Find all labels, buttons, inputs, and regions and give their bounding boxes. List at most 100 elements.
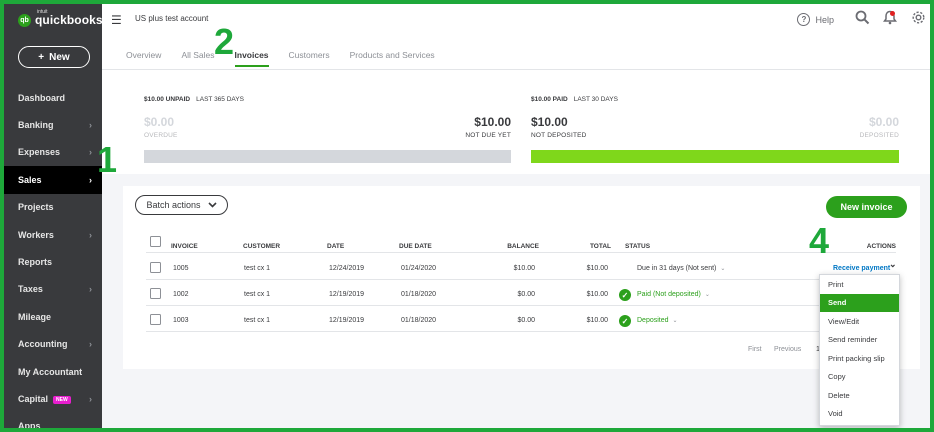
menu-item-void[interactable]: Void xyxy=(820,405,899,424)
status-label: Deposited xyxy=(637,317,669,324)
chevron-right-icon: › xyxy=(89,174,92,185)
chevron-right-icon: › xyxy=(89,120,92,131)
cell-customer: test cx 1 xyxy=(244,291,271,298)
menu-item-print-packing-slip[interactable]: Print packing slip xyxy=(820,349,899,368)
sidebar-item-label: Expenses xyxy=(18,147,61,158)
cell-invoice[interactable]: 1005 xyxy=(173,265,189,272)
cell-customer: test cx 1 xyxy=(244,265,271,272)
row-actions-menu: Print Send View/Edit Send reminder Print pac… xyxy=(819,274,900,426)
not-due-label: NOT DUE YET xyxy=(465,132,511,139)
status-text[interactable]: Paid (Not deposited) ⌄ xyxy=(637,291,710,298)
receive-payment-link[interactable]: Receive payment xyxy=(833,265,890,272)
menu-item-delete[interactable]: Delete xyxy=(820,386,899,405)
check-circle-icon: ✓ xyxy=(619,289,631,301)
header-divider xyxy=(146,252,896,253)
first-page-link[interactable]: First xyxy=(748,346,762,353)
row-checkbox[interactable] xyxy=(150,262,161,273)
cell-balance: $10.00 xyxy=(513,265,535,272)
logo-intuit-text: intuit xyxy=(37,9,48,15)
cell-due-date: 01/24/2020 xyxy=(401,265,437,272)
qb-logo-icon: qb xyxy=(18,13,31,27)
column-header-balance: BALANCE xyxy=(507,243,539,250)
menu-item-print[interactable]: Print xyxy=(820,275,899,294)
unpaid-progress-bar[interactable] xyxy=(144,150,511,163)
overdue-label: OVERDUE xyxy=(144,132,178,139)
tab-invoices[interactable]: Invoices xyxy=(234,50,269,67)
paid-total: $10.00 PAID xyxy=(531,96,568,103)
sidebar-item-dashboard[interactable]: Dashboard xyxy=(4,84,102,111)
status-chevron-icon: ⌄ xyxy=(720,266,726,272)
paid-header: $10.00 PAID LAST 30 DAYS xyxy=(531,96,618,103)
status-label: Due in 31 days (Not sent) xyxy=(637,265,717,272)
status-text[interactable]: Due in 31 days (Not sent) ⌄ xyxy=(637,265,725,272)
select-all-checkbox[interactable] xyxy=(150,236,161,247)
column-header-invoice: INVOICE xyxy=(171,243,198,250)
status-text[interactable]: Deposited ⌄ xyxy=(637,317,678,324)
menu-item-copy[interactable]: Copy xyxy=(820,368,899,387)
sidebar-item-accounting[interactable]: Accounting › xyxy=(4,331,102,358)
cell-total: $10.00 xyxy=(586,265,608,272)
row-divider xyxy=(146,305,896,306)
sidebar-item-label: Dashboard xyxy=(18,92,66,103)
batch-actions-label: Batch actions xyxy=(146,200,201,210)
row-checkbox[interactable] xyxy=(150,288,161,299)
notification-dot xyxy=(890,11,895,16)
invoice-table-card: Batch actions New invoice INVOICE CUSTOME… xyxy=(123,186,920,369)
sidebar-item-label: My Accountant xyxy=(18,366,83,377)
new-button[interactable]: + New xyxy=(18,46,90,68)
search-icon[interactable] xyxy=(855,10,870,28)
unpaid-header: $10.00 UNPAID LAST 365 DAYS xyxy=(144,96,244,103)
help-button[interactable]: ? Help xyxy=(797,13,834,26)
tab-all-sales[interactable]: All Sales xyxy=(181,50,214,67)
hamburger-menu-icon[interactable]: ☰ xyxy=(111,13,122,27)
sidebar-item-mileage[interactable]: Mileage xyxy=(4,303,102,330)
status-chevron-icon: ⌄ xyxy=(672,318,678,324)
sidebar-item-banking[interactable]: Banking › xyxy=(4,111,102,138)
sidebar-item-label: Sales xyxy=(18,174,42,185)
tab-overview[interactable]: Overview xyxy=(126,50,161,67)
cell-invoice[interactable]: 1003 xyxy=(173,317,189,324)
sidebar-item-sales[interactable]: Sales › xyxy=(4,166,102,194)
menu-item-send-reminder[interactable]: Send reminder xyxy=(820,331,899,350)
sidebar-item-projects[interactable]: Projects xyxy=(4,194,102,221)
column-header-date: DATE xyxy=(327,243,345,250)
deposited-amount[interactable]: $0.00 xyxy=(869,115,899,129)
sidebar-item-label: Accounting xyxy=(18,339,68,350)
previous-page-link[interactable]: Previous xyxy=(774,346,801,353)
deposited-label: DEPOSITED xyxy=(859,132,899,139)
status-label: Paid (Not deposited) xyxy=(637,291,701,298)
sidebar-item-apps[interactable]: Apps xyxy=(4,413,102,428)
row-checkbox[interactable] xyxy=(150,314,161,325)
gear-icon[interactable] xyxy=(911,10,926,28)
sidebar-item-label: Capital xyxy=(18,393,49,404)
sidebar-item-label: Taxes xyxy=(18,284,43,295)
sidebar-item-reports[interactable]: Reports xyxy=(4,248,102,275)
screenshot-frame: qb quickbooks intuit + New Dashboard Bank… xyxy=(0,0,934,432)
tab-customers[interactable]: Customers xyxy=(289,50,330,67)
batch-actions-button[interactable]: Batch actions xyxy=(135,195,228,215)
action-chevron-down-icon[interactable]: ⌄ xyxy=(889,259,897,270)
chevron-down-icon xyxy=(207,202,217,208)
column-header-customer: CUSTOMER xyxy=(243,243,281,250)
menu-item-send[interactable]: Send xyxy=(820,293,899,312)
new-invoice-button[interactable]: New invoice xyxy=(826,196,907,218)
paid-progress-bar[interactable] xyxy=(531,150,899,163)
not-deposited-amount[interactable]: $10.00 xyxy=(531,115,568,129)
sidebar-item-capital[interactable]: Capital NEW › xyxy=(4,385,102,412)
status-chevron-icon: ⌄ xyxy=(704,292,710,298)
callout-1: 1 xyxy=(97,139,118,180)
column-header-status: STATUS xyxy=(625,243,651,250)
tab-products-and-services[interactable]: Products and Services xyxy=(350,50,435,67)
sidebar-item-taxes[interactable]: Taxes › xyxy=(4,276,102,303)
quickbooks-logo[interactable]: qb quickbooks xyxy=(18,13,103,27)
not-due-amount[interactable]: $10.00 xyxy=(474,115,511,129)
cell-total: $10.00 xyxy=(586,317,608,324)
paid-period: LAST 30 DAYS xyxy=(573,96,618,103)
overdue-amount[interactable]: $0.00 xyxy=(144,115,174,129)
sidebar-item-my-accountant[interactable]: My Accountant xyxy=(4,358,102,385)
menu-item-view-edit[interactable]: View/Edit xyxy=(820,312,899,331)
sidebar-item-label-wrap: Capital NEW xyxy=(18,394,71,404)
sidebar-item-expenses[interactable]: Expenses › xyxy=(4,139,102,166)
sidebar-item-workers[interactable]: Workers › xyxy=(4,221,102,248)
cell-invoice[interactable]: 1002 xyxy=(173,291,189,298)
